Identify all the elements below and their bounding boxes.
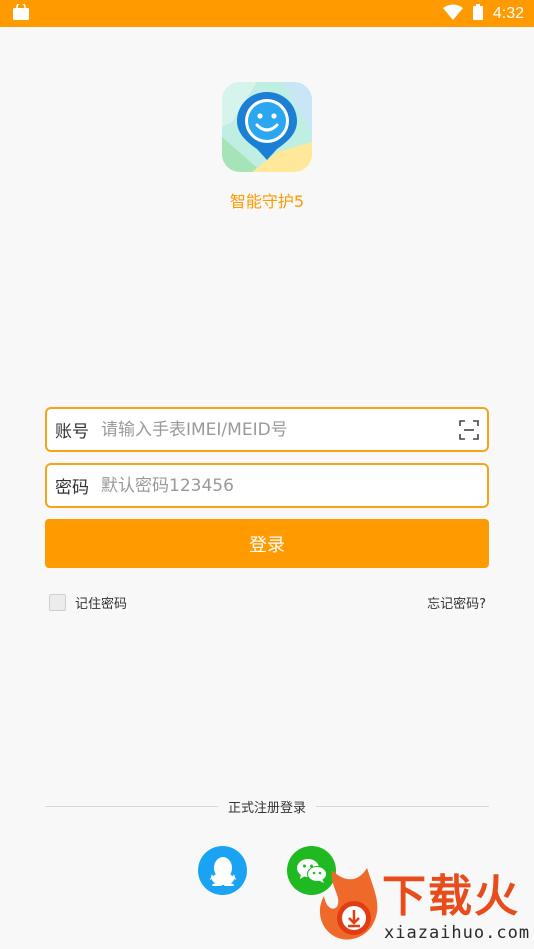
qq-login-button[interactable] [198,846,247,895]
remember-checkbox[interactable] [49,593,66,611]
account-label: 账号 [55,422,89,442]
login-button[interactable]: 登录 [45,519,489,568]
status-right: 4:32 [442,3,524,24]
app-logo [222,82,312,172]
forgot-password-link[interactable]: 忘记密码? [427,593,486,612]
watermark-site: xiazaihuo.com [384,923,531,943]
register-divider: 正式注册登录 [45,796,490,816]
password-field[interactable]: 密码 [45,463,489,508]
flame-download-icon [319,868,378,940]
status-time: 4:32 [492,4,524,22]
register-divider-label: 正式注册登录 [228,800,307,816]
app-name: 智能守护5 [229,192,305,211]
remember-password[interactable]: 记住密码 [49,591,127,613]
remember-label: 记住密码 [75,596,128,612]
bag-icon [12,1,30,24]
watermark: 下载火 xiazaihuo.com [312,860,534,949]
password-input[interactable] [101,465,487,506]
wifi-icon [442,4,463,24]
divider-line-left [45,805,218,807]
watermark-brand: 下载火 [382,871,520,922]
scan-icon[interactable] [459,419,479,440]
qq-penguin-icon [209,856,236,886]
status-left [12,1,30,24]
divider-line-right [316,805,490,807]
account-input[interactable] [101,409,459,450]
password-label: 密码 [55,478,89,498]
smiley-map-pin-icon [222,82,312,172]
battery-icon [472,3,483,24]
status-bar: 4:32 [0,0,534,27]
account-field[interactable]: 账号 [45,407,489,452]
